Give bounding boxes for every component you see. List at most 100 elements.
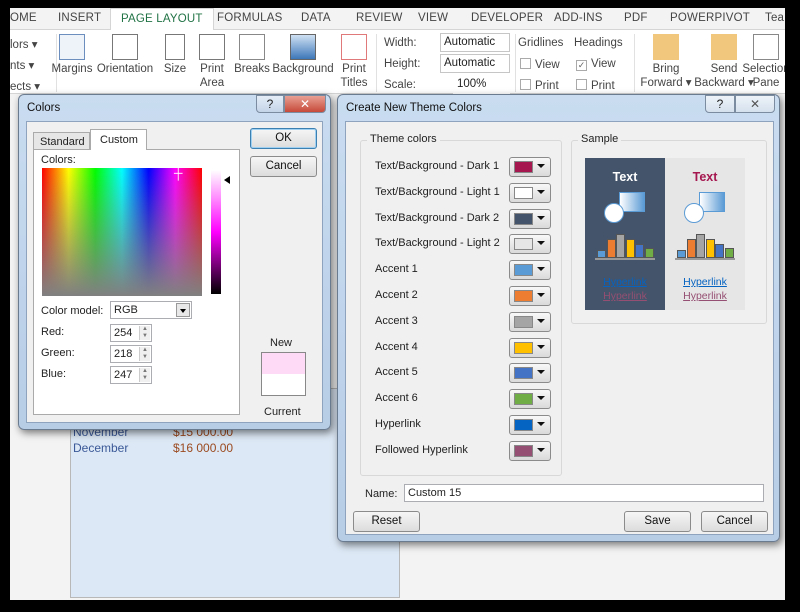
theme-color-picker[interactable] [509, 286, 551, 306]
theme-color-label: Accent 1 [375, 263, 418, 276]
breaks-button[interactable]: Breaks [234, 30, 270, 76]
tab-custom[interactable]: Custom [90, 129, 147, 150]
colors-dialog: Colors ? ✕ Standard Custom Colors: ┼ Col… [18, 94, 331, 430]
cell-month[interactable]: December [73, 441, 128, 455]
theme-dialog-body: Theme colors Text/Background - Dark 1 Tex… [345, 121, 774, 535]
theme-fonts-button[interactable]: nts ▾ [10, 58, 34, 72]
color-spectrum[interactable]: ┼ [42, 167, 202, 296]
close-button[interactable]: ✕ [735, 95, 775, 113]
print-titles-button[interactable]: Print Titles [336, 30, 372, 90]
spinner-arrows-icon[interactable]: ▲ ▼ [139, 368, 150, 382]
checkmark-icon: ✓ [576, 60, 587, 71]
blue-input[interactable]: 247 ▲ ▼ [110, 366, 152, 384]
tab-add-ins[interactable]: ADD-INS [554, 12, 603, 24]
size-button[interactable]: Size [160, 30, 190, 76]
headings-view-checkbox[interactable]: ✓ View [576, 58, 616, 71]
sample-bar [644, 248, 654, 258]
color-crosshair-icon[interactable]: ┼ [174, 167, 183, 179]
reset-button[interactable]: Reset [353, 511, 420, 532]
height-select[interactable]: Automatic [440, 54, 510, 73]
cancel-button[interactable]: Cancel [701, 511, 768, 532]
selection-pane-label: Selection [742, 63, 785, 75]
theme-color-label: Accent 4 [375, 340, 418, 353]
bring-forward-button[interactable]: Bring Forward ▾ [638, 30, 694, 90]
theme-color-picker[interactable] [509, 415, 551, 435]
name-label: Name: [365, 488, 398, 500]
tab-data[interactable]: DATA [301, 12, 331, 24]
color-model-select[interactable]: RGB [110, 301, 192, 319]
tab-view[interactable]: VIEW [418, 12, 448, 24]
background-button[interactable]: Background [272, 30, 334, 76]
tab-review[interactable]: REVIEW [356, 12, 403, 24]
sample-hyperlink: Hyperlink [683, 276, 727, 288]
margins-button[interactable]: Margins [50, 30, 94, 76]
tab-page-layout[interactable]: PAGE LAYOUT [110, 8, 214, 31]
theme-color-label: Accent 2 [375, 289, 418, 301]
theme-color-label: Text/Background - Light 2 [375, 237, 500, 250]
color-swatch [514, 393, 533, 406]
tab-powerpivot[interactable]: POWERPIVOT [670, 12, 750, 24]
tab-developer[interactable]: DEVELOPER [471, 12, 543, 24]
theme-effects-button[interactable]: ects ▾ [10, 79, 40, 93]
tab-insert[interactable]: INSERT [58, 12, 101, 24]
cell-amount[interactable]: $16 000.00 [173, 441, 233, 455]
chevron-down-icon [537, 267, 545, 272]
help-button[interactable]: ? [705, 95, 735, 113]
luminance-pointer-icon[interactable] [224, 176, 230, 184]
headings-label: Headings [574, 37, 623, 49]
luminance-slider[interactable] [211, 170, 221, 294]
headings-print-checkbox[interactable]: Print [576, 79, 615, 92]
theme-colors-button[interactable]: lors ▾ [10, 37, 38, 51]
ribbon: lors ▾ nts ▾ ects ▾ Margins Orientation … [10, 30, 785, 103]
theme-color-picker[interactable] [509, 157, 551, 177]
theme-color-label: Text/Background - Light 1 [375, 185, 500, 198]
print-titles-label-2: Titles [340, 77, 368, 89]
scale-spinner[interactable]: 100% [453, 75, 510, 94]
close-icon: ✕ [299, 97, 311, 111]
sample-followed-hyperlink: Hyperlink [603, 290, 647, 302]
sample-bar [597, 249, 606, 258]
red-input[interactable]: 254 ▲ ▼ [110, 324, 152, 342]
theme-color-picker[interactable] [509, 363, 551, 384]
gridlines-view-checkbox[interactable]: View [520, 58, 560, 71]
tab-standard[interactable]: Standard [33, 132, 90, 149]
breaks-icon [239, 34, 265, 60]
selection-pane-button[interactable]: Selection Pane [740, 30, 785, 90]
help-button[interactable]: ? [256, 95, 284, 113]
theme-color-picker[interactable] [509, 440, 551, 461]
bring-forward-label-2: Forward ▾ [640, 77, 692, 89]
tab-formulas[interactable]: FORMULAS [217, 12, 283, 24]
theme-name-input[interactable]: Custom 15 [404, 484, 764, 502]
gridlines-print-checkbox[interactable]: Print [520, 79, 559, 92]
gridlines-view-label: View [535, 59, 560, 71]
tab-pdf[interactable]: PDF [624, 12, 648, 24]
sample-bar [705, 238, 715, 258]
width-select[interactable]: Automatic [440, 33, 510, 52]
green-input[interactable]: 218 ▲ ▼ [110, 345, 152, 363]
sample-bar [677, 249, 686, 258]
theme-color-picker[interactable] [509, 389, 551, 410]
spinner-arrows-icon[interactable]: ▲ ▼ [139, 347, 150, 361]
sample-legend: Sample [578, 133, 622, 145]
chevron-down-icon [537, 370, 545, 375]
orientation-button[interactable]: Orientation [96, 30, 154, 76]
sample-text: Text [612, 170, 638, 184]
theme-color-picker[interactable] [509, 208, 551, 229]
tab-team[interactable]: Tea [765, 12, 784, 24]
ok-button[interactable]: OK [250, 128, 317, 149]
close-button[interactable]: ✕ [284, 95, 326, 113]
cancel-button[interactable]: Cancel [250, 156, 317, 177]
theme-color-picker[interactable] [509, 337, 551, 358]
blue-value: 247 [114, 369, 133, 381]
theme-colors-dialog: Create New Theme Colors ? ✕ Theme colors… [337, 94, 780, 542]
save-button[interactable]: Save [624, 511, 691, 532]
spinner-arrows-icon[interactable]: ▲ ▼ [139, 326, 150, 340]
size-icon [165, 34, 185, 60]
theme-color-picker[interactable] [509, 182, 551, 203]
tab-home[interactable]: OME [10, 12, 37, 24]
theme-color-picker[interactable] [509, 311, 551, 332]
print-area-button[interactable]: Print Area ▾ [196, 30, 228, 104]
theme-color-picker[interactable] [509, 234, 551, 255]
current-color-label: Current [264, 406, 301, 418]
theme-color-picker[interactable] [509, 260, 551, 281]
